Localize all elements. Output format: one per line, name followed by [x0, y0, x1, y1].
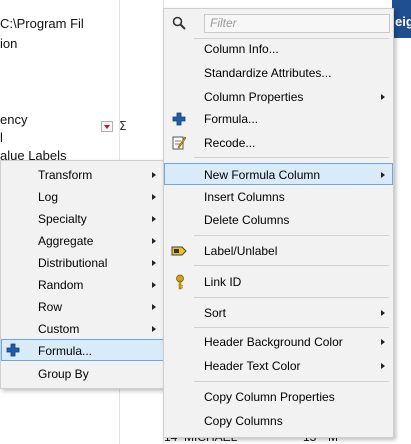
- submenu-arrow-icon: [381, 339, 385, 345]
- path-text: C:\Program Fil: [0, 16, 84, 31]
- menu-item-new-formula-column[interactable]: New Formula Column: [164, 163, 393, 185]
- menu-item-label: Column Info...: [204, 42, 279, 56]
- menu-item-label: Copy Columns: [204, 414, 283, 428]
- key-icon: [176, 274, 184, 290]
- new-formula-column-submenu: Transform Log Specialty Aggregate Distri…: [0, 160, 165, 389]
- submenu-item-custom[interactable]: Custom: [1, 318, 164, 340]
- filter-placeholder: Filter: [210, 16, 237, 30]
- submenu-item-formula[interactable]: Formula...: [1, 339, 164, 361]
- panel-line: l: [0, 130, 3, 145]
- menu-item-label: Label/Unlabel: [204, 244, 278, 258]
- menu-item-recode[interactable]: Recode...: [164, 132, 393, 154]
- menu-item-label: Formula...: [204, 112, 259, 126]
- search-icon: [172, 16, 186, 30]
- menu-item-label: Transform: [38, 168, 93, 182]
- menu-item-copy-columns[interactable]: Copy Columns: [164, 410, 393, 432]
- menu-item-label: Specialty: [38, 212, 87, 226]
- menu-item-insert-columns[interactable]: Insert Columns: [164, 186, 393, 208]
- menu-item-label: Sort: [204, 306, 227, 320]
- menu-item-label: Log: [38, 190, 59, 204]
- submenu-arrow-icon: [152, 326, 156, 332]
- panel-line: ion: [0, 36, 18, 51]
- submenu-arrow-icon: [152, 238, 156, 244]
- submenu-item-specialty[interactable]: Specialty: [1, 208, 164, 230]
- menu-item-sort[interactable]: Sort: [164, 302, 393, 324]
- submenu-item-random[interactable]: Random: [1, 274, 164, 296]
- submenu-arrow-icon: [152, 194, 156, 200]
- submenu-item-log[interactable]: Log: [1, 186, 164, 208]
- red-triangle-menu-icon[interactable]: [101, 120, 113, 132]
- menu-item-label: Aggregate: [38, 234, 94, 248]
- panel-line: ency: [0, 112, 28, 127]
- menu-item-label: Random: [38, 278, 84, 292]
- submenu-item-row[interactable]: Row: [1, 296, 164, 318]
- menu-item-label: Delete Columns: [204, 213, 290, 227]
- menu-item-link-id[interactable]: Link ID: [164, 271, 393, 293]
- column-toolbar: Σ: [101, 119, 127, 133]
- label-tag-icon: [171, 246, 187, 256]
- column-header[interactable]: eig: [392, 0, 411, 38]
- submenu-arrow-icon: [152, 282, 156, 288]
- submenu-item-distributional[interactable]: Distributional: [1, 252, 164, 274]
- menu-item-copy-column-properties[interactable]: Copy Column Properties: [164, 386, 393, 408]
- submenu-arrow-icon: [152, 304, 156, 310]
- menu-item-label: Column Properties: [204, 90, 304, 104]
- submenu-arrow-icon: [381, 363, 385, 369]
- menu-item-label-unlabel[interactable]: Label/Unlabel: [164, 240, 393, 262]
- menu-item-label: Distributional: [38, 256, 108, 270]
- submenu-item-transform[interactable]: Transform: [1, 164, 164, 186]
- menu-item-label: Custom: [38, 322, 80, 336]
- submenu-arrow-icon: [381, 172, 385, 178]
- menu-item-header-background-color[interactable]: Header Background Color: [164, 331, 393, 353]
- submenu-item-aggregate[interactable]: Aggregate: [1, 230, 164, 252]
- menu-item-label: Copy Column Properties: [204, 390, 335, 404]
- sigma-icon[interactable]: Σ: [119, 119, 127, 133]
- plus-icon: [172, 112, 186, 126]
- submenu-item-group-by[interactable]: Group By: [1, 363, 164, 385]
- menu-item-label: New Formula Column: [204, 168, 321, 182]
- recode-icon: [172, 136, 186, 150]
- menu-item-label: Header Background Color: [204, 335, 343, 349]
- menu-item-standardize-attributes[interactable]: Standardize Attributes...: [164, 62, 393, 84]
- submenu-arrow-icon: [152, 172, 156, 178]
- menu-item-label: Group By: [38, 367, 89, 381]
- menu-item-column-properties[interactable]: Column Properties: [164, 86, 393, 108]
- menu-item-label: Standardize Attributes...: [204, 66, 332, 80]
- column-header-label: eig: [395, 14, 411, 29]
- column-context-menu: Filter Column Info... Standardize Attrib…: [163, 8, 394, 438]
- menu-item-label: Insert Columns: [204, 190, 285, 204]
- menu-item-header-text-color[interactable]: Header Text Color: [164, 355, 393, 377]
- menu-item-delete-columns[interactable]: Delete Columns: [164, 209, 393, 231]
- menu-item-label: Link ID: [204, 275, 242, 289]
- menu-item-label: Formula...: [38, 344, 93, 358]
- menu-item-label: Header Text Color: [204, 359, 301, 373]
- submenu-arrow-icon: [381, 94, 385, 100]
- menu-item-formula[interactable]: Formula...: [164, 108, 393, 130]
- submenu-arrow-icon: [381, 310, 385, 316]
- submenu-arrow-icon: [152, 216, 156, 222]
- submenu-arrow-icon: [152, 260, 156, 266]
- menu-item-label: Row: [38, 300, 63, 314]
- filter-input[interactable]: Filter: [204, 14, 390, 33]
- plus-icon: [6, 343, 20, 357]
- menu-item-label: Recode...: [204, 136, 256, 150]
- menu-item-column-info[interactable]: Column Info...: [164, 38, 393, 60]
